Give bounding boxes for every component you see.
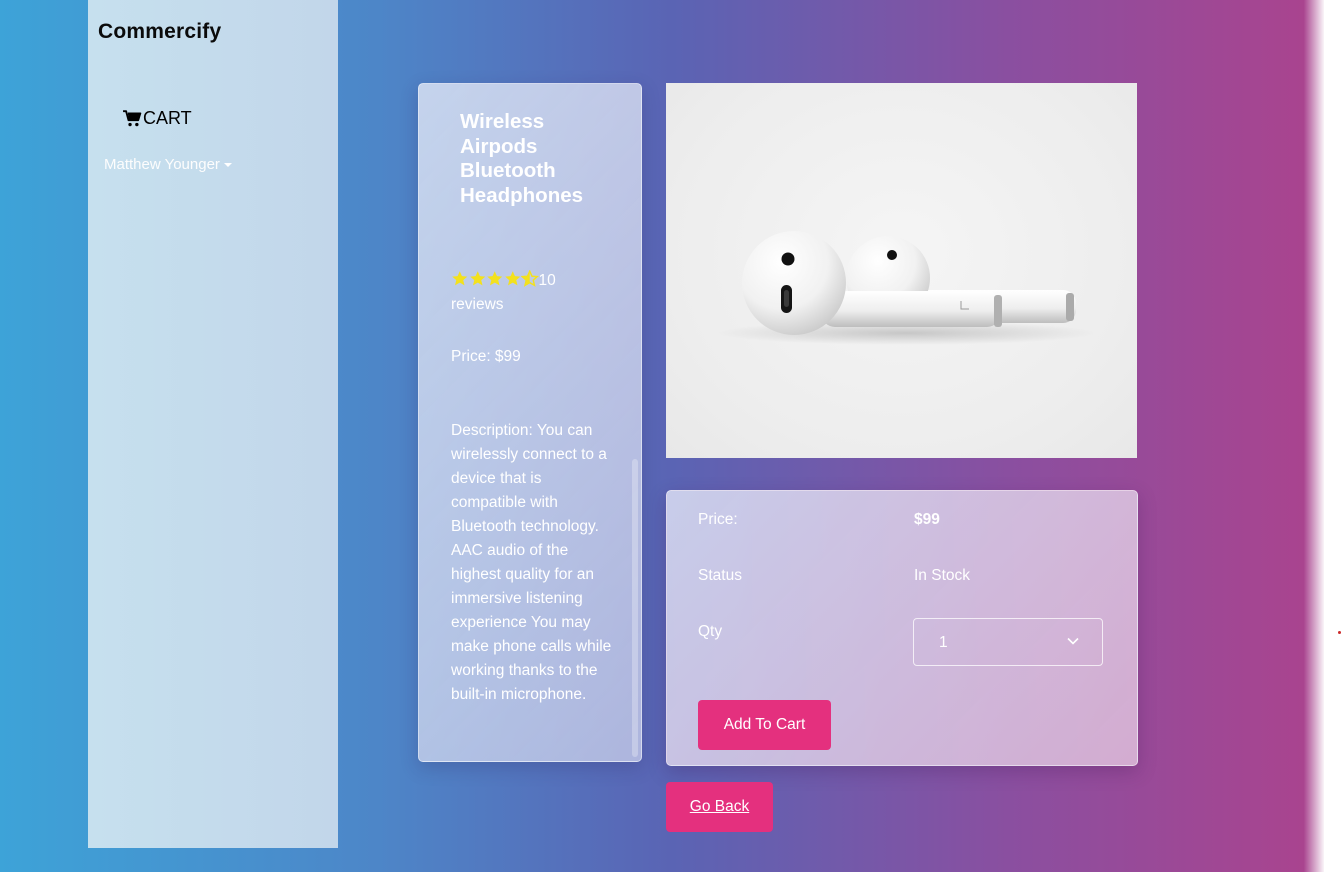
qty-select[interactable]: 1	[913, 618, 1103, 666]
caret-down-icon	[223, 162, 232, 167]
user-menu-dropdown[interactable]: Matthew Younger	[104, 156, 232, 173]
qty-label: Qty	[698, 623, 723, 640]
product-price: Price: $99	[451, 348, 521, 365]
cart-icon	[123, 110, 142, 127]
price-label: Price:	[698, 511, 738, 528]
sidebar: Commercify CART Matthew Younger	[88, 0, 338, 848]
product-info-card: Wireless Airpods Bluetooth Headphones 10…	[418, 83, 642, 762]
scroll-marker	[1338, 631, 1341, 634]
star-icon	[521, 270, 539, 287]
cart-link[interactable]: CART	[123, 108, 192, 129]
star-icon	[487, 271, 503, 286]
cart-label: CART	[143, 108, 192, 128]
price-value: $99	[914, 511, 940, 528]
brand-logo[interactable]: Commercify	[98, 20, 221, 44]
card-scrollbar[interactable]	[632, 459, 638, 757]
product-image	[666, 83, 1137, 458]
star-icon	[504, 271, 520, 286]
purchase-card: Price: $99 Status In Stock Qty 1 Add To …	[666, 490, 1138, 766]
earbuds-image	[716, 231, 1096, 345]
qty-selected-value: 1	[939, 634, 948, 651]
add-to-cart-button[interactable]: Add To Cart	[698, 700, 831, 750]
chevron-down-icon	[1067, 637, 1079, 645]
status-label: Status	[698, 567, 742, 584]
product-rating: 10 reviews	[451, 269, 611, 317]
product-description: Description: You can wirelessly connect …	[451, 422, 612, 703]
page-scrollbar[interactable]	[1324, 0, 1344, 872]
product-title: Wireless Airpods Bluetooth Headphones	[460, 110, 584, 207]
user-name: Matthew Younger	[104, 156, 220, 173]
go-back-button[interactable]: Go Back	[666, 782, 773, 832]
rating-stars	[451, 270, 539, 287]
status-value: In Stock	[914, 567, 970, 584]
star-icon	[469, 271, 485, 286]
star-icon	[452, 271, 468, 286]
